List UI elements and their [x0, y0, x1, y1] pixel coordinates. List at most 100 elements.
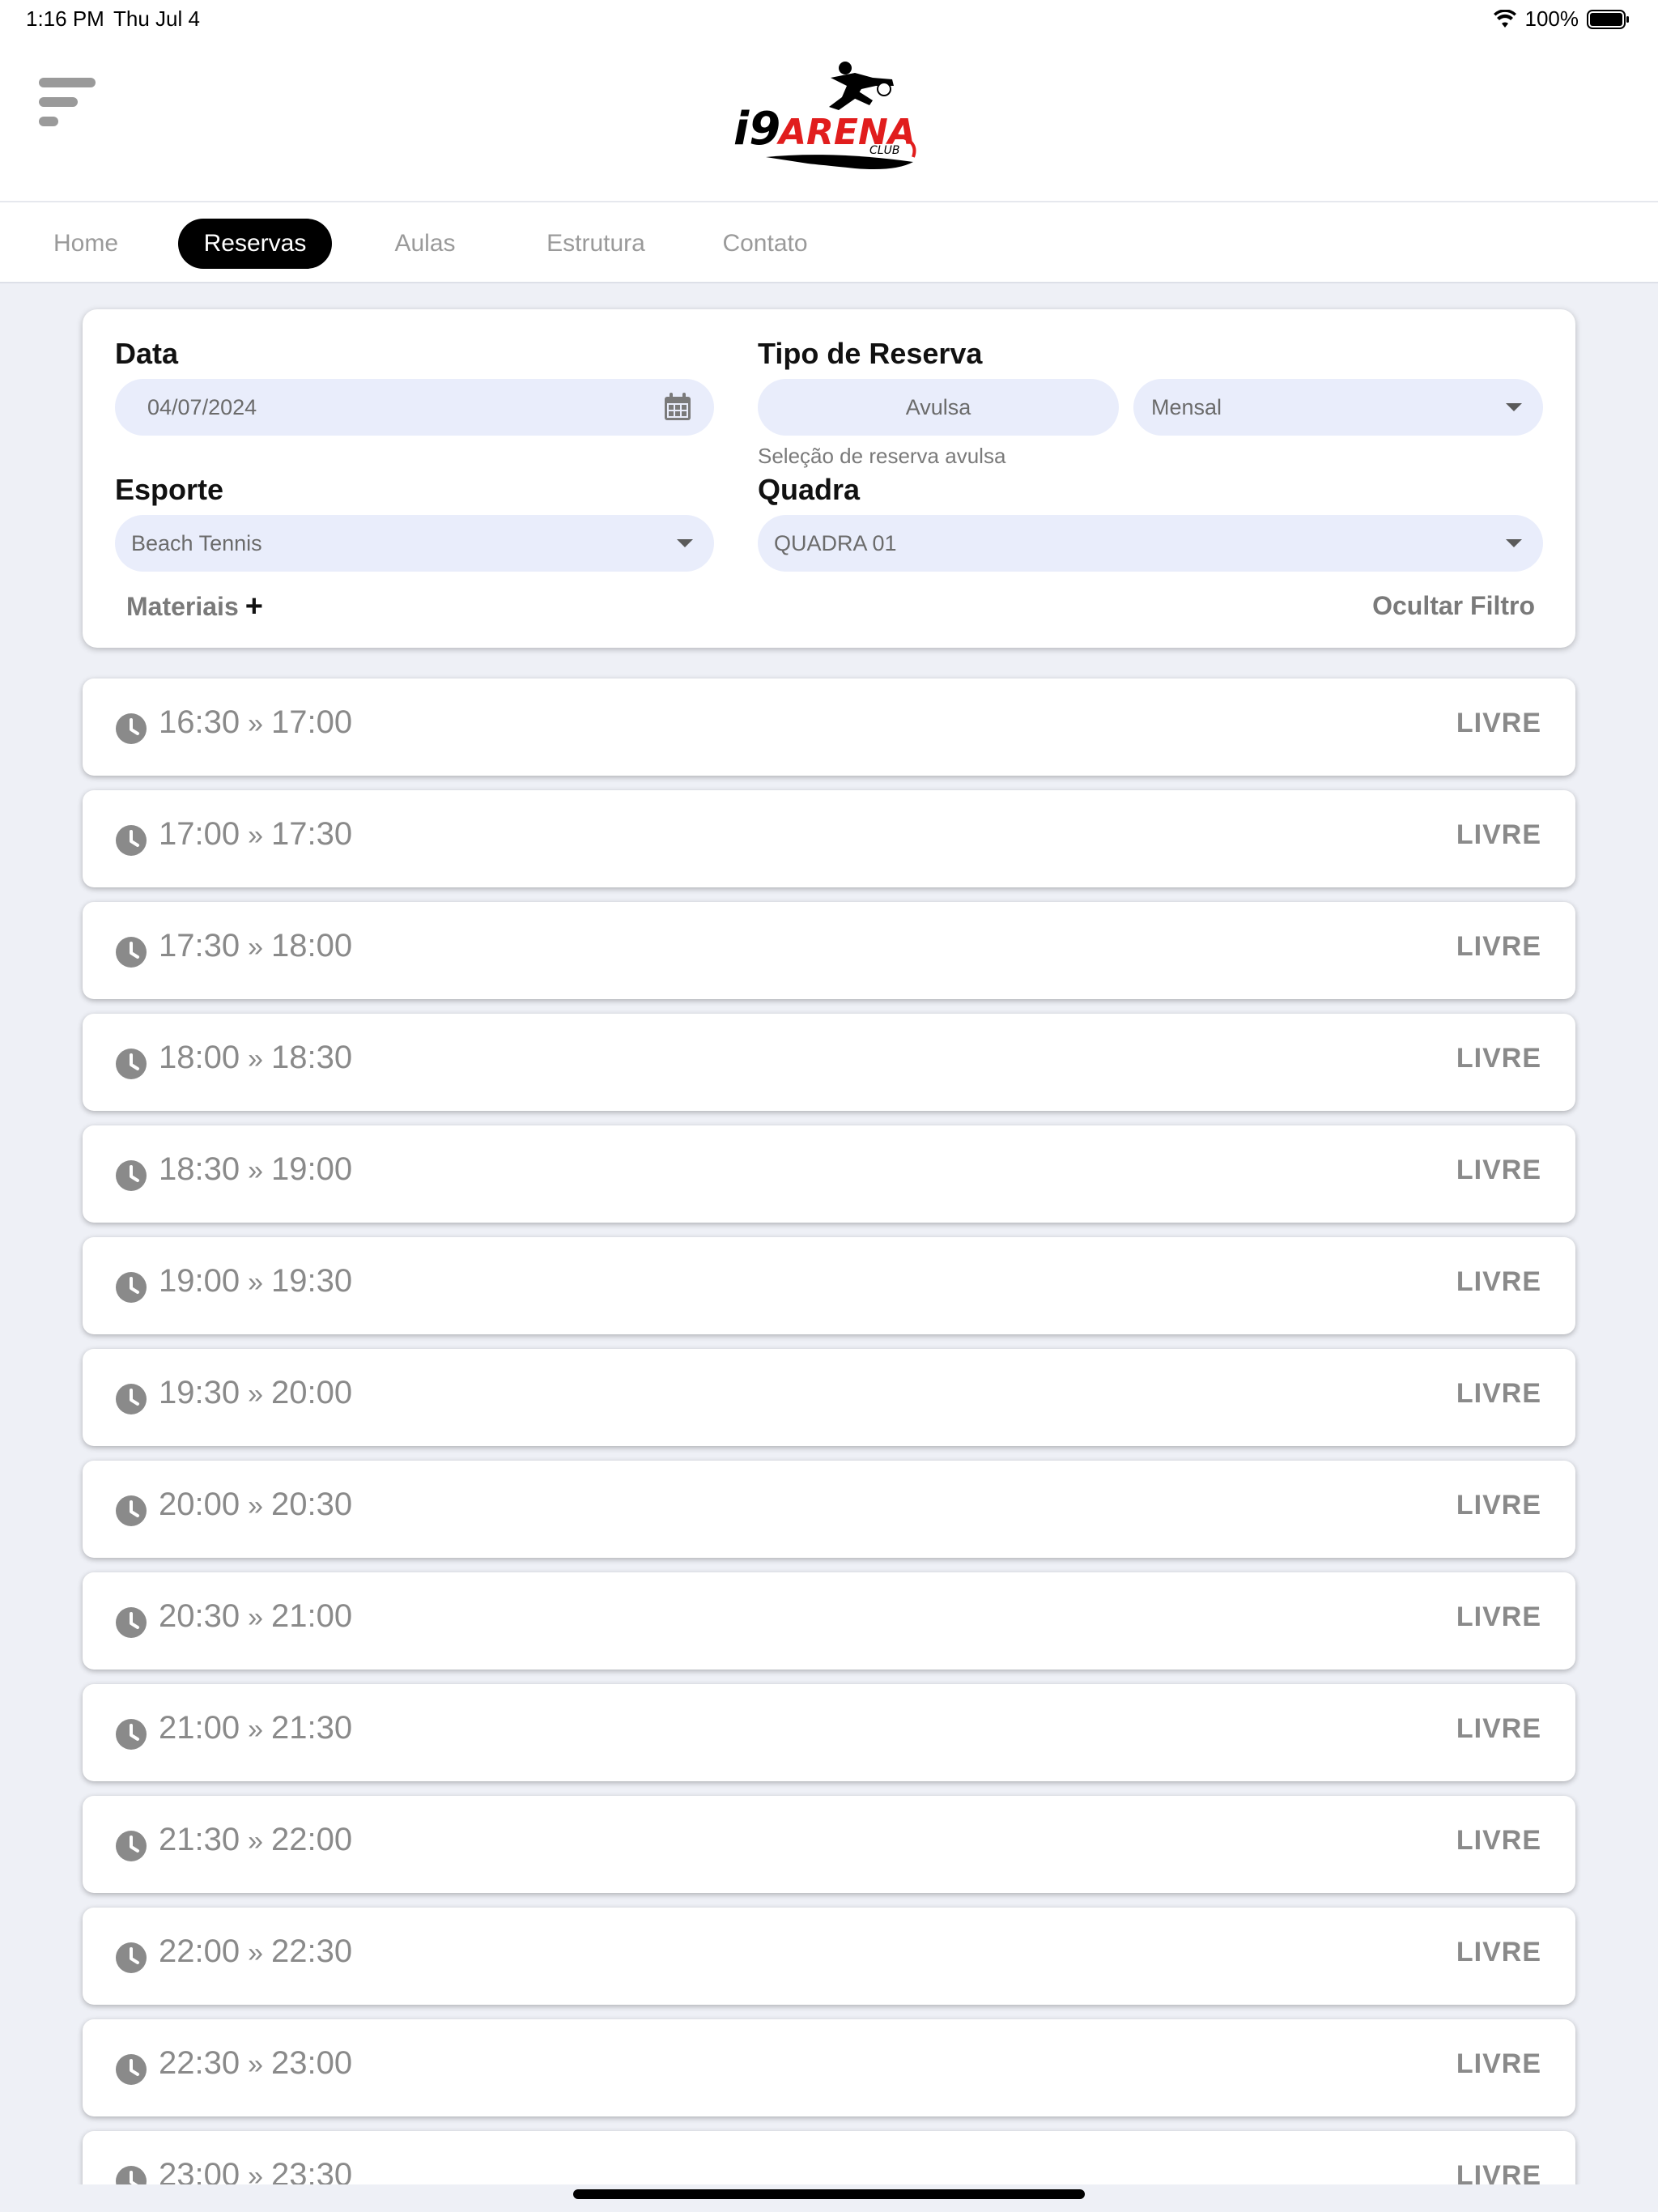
time-slot-row[interactable]: 20:00 » 20:30 LIVRE: [83, 1461, 1575, 1558]
slot-separator: »: [248, 708, 264, 739]
tipo-mensal-label: Mensal: [1151, 394, 1222, 419]
slot-time: 20:30 » 21:00: [159, 1598, 352, 1635]
logo-i9: i9: [733, 103, 780, 155]
tab-estrutura[interactable]: Estrutura: [526, 219, 665, 269]
slot-separator: »: [248, 1155, 264, 1186]
slot-start: 17:00: [159, 816, 240, 852]
time-slot-row[interactable]: 21:30 » 22:00 LIVRE: [83, 1796, 1575, 1893]
slot-end: 17:00: [271, 704, 353, 740]
slot-status: LIVRE: [1456, 1378, 1541, 1409]
time-slot-row[interactable]: 20:30 » 21:00 LIVRE: [83, 1572, 1575, 1670]
time-slot-row[interactable]: 22:00 » 22:30 LIVRE: [83, 1908, 1575, 2005]
app-header: 1:16 PM Thu Jul 4 100% i9 ARENA CLUB: [0, 0, 1658, 201]
status-time: 1:16 PM: [26, 6, 104, 31]
time-slot-row[interactable]: 16:30 » 17:00 LIVRE: [83, 678, 1575, 776]
caret-down-icon: [1506, 539, 1522, 547]
ocultar-filtro-button[interactable]: Ocultar Filtro: [1372, 591, 1535, 621]
caret-down-icon: [677, 539, 693, 547]
tab-contato[interactable]: Contato: [701, 219, 829, 269]
slot-status: LIVRE: [1456, 1043, 1541, 1074]
materiais-label: Materiais: [126, 591, 239, 621]
slot-end: 22:30: [271, 1933, 353, 1969]
tipo-avulsa-button[interactable]: Avulsa: [758, 379, 1119, 436]
clock-icon: [116, 1160, 147, 1191]
time-slot-row[interactable]: 17:00 » 17:30 LIVRE: [83, 790, 1575, 887]
clock-icon: [116, 1049, 147, 1079]
clock-icon: [116, 1384, 147, 1414]
tab-home[interactable]: Home: [34, 219, 138, 269]
time-slot-row[interactable]: 22:30 » 23:00 LIVRE: [83, 2019, 1575, 2116]
slot-separator: »: [248, 1826, 264, 1857]
tab-reservas[interactable]: Reservas: [178, 219, 332, 269]
clock-icon: [116, 1942, 147, 1973]
esporte-select[interactable]: Beach Tennis: [115, 515, 714, 572]
tipo-avulsa-label: Avulsa: [905, 394, 971, 419]
logo-club: CLUB: [869, 144, 899, 157]
slot-start: 18:00: [159, 1040, 240, 1075]
calendar-icon[interactable]: [662, 392, 693, 423]
slot-end: 21:30: [271, 1710, 353, 1746]
clock-icon: [116, 2054, 147, 2085]
time-slot-row[interactable]: 17:30 » 18:00 LIVRE: [83, 902, 1575, 999]
esporte-label: Esporte: [115, 473, 224, 506]
slot-start: 22:00: [159, 1933, 240, 1969]
slot-end: 22:00: [271, 1822, 353, 1857]
slot-start: 18:30: [159, 1151, 240, 1187]
slot-status: LIVRE: [1456, 1266, 1541, 1297]
slot-separator: »: [248, 820, 264, 851]
slot-start: 16:30: [159, 704, 240, 740]
slot-time: 19:30 » 20:00: [159, 1375, 352, 1411]
clock-icon: [116, 937, 147, 968]
slot-start: 19:30: [159, 1375, 240, 1410]
plus-icon: +: [244, 589, 263, 623]
slot-time: 21:30 » 22:00: [159, 1822, 352, 1858]
slot-end: 23:00: [271, 2045, 353, 2081]
status-indicators: 100%: [1493, 6, 1631, 32]
slot-status: LIVRE: [1456, 931, 1541, 962]
slot-end: 20:00: [271, 1375, 353, 1410]
clock-icon: [116, 1607, 147, 1638]
slot-start: 21:00: [159, 1710, 240, 1746]
slot-status: LIVRE: [1456, 708, 1541, 738]
esporte-value: Beach Tennis: [131, 530, 262, 555]
slot-time: 18:30 » 19:00: [159, 1151, 352, 1188]
slot-end: 19:30: [271, 1263, 353, 1299]
quadra-select[interactable]: QUADRA 01: [758, 515, 1543, 572]
wifi-icon: [1493, 9, 1516, 28]
quadra-label: Quadra: [758, 473, 861, 506]
date-field[interactable]: 04/07/2024: [115, 379, 714, 436]
slot-time: 22:00 » 22:30: [159, 1933, 352, 1970]
home-indicator[interactable]: [573, 2189, 1085, 2199]
slot-start: 21:30: [159, 1822, 240, 1857]
slot-end: 20:30: [271, 1487, 353, 1522]
slot-status: LIVRE: [1456, 1490, 1541, 1521]
tipo-mensal-select[interactable]: Mensal: [1133, 379, 1543, 436]
clock-icon: [116, 825, 147, 856]
brand-logo: i9 ARENA CLUB: [733, 62, 916, 169]
materiais-button[interactable]: Materiais +: [126, 591, 263, 622]
slot-separator: »: [248, 1602, 264, 1633]
clock-icon: [116, 713, 147, 744]
tab-aulas[interactable]: Aulas: [372, 219, 478, 269]
slot-start: 22:30: [159, 2045, 240, 2081]
time-slot-row[interactable]: 19:30 » 20:00 LIVRE: [83, 1349, 1575, 1446]
time-slot-row[interactable]: 19:00 » 19:30 LIVRE: [83, 1237, 1575, 1334]
filter-card: Data 04/07/2024 Tipo de Reserva Avulsa M…: [83, 309, 1575, 648]
battery-percent: 100%: [1524, 6, 1579, 31]
time-slot-row[interactable]: 18:00 » 18:30 LIVRE: [83, 1014, 1575, 1111]
slot-end: 19:00: [271, 1151, 353, 1187]
time-slot-row[interactable]: 21:00 » 21:30 LIVRE: [83, 1684, 1575, 1781]
slot-separator: »: [248, 1379, 264, 1410]
slot-end: 18:00: [271, 928, 353, 963]
nav-tabs: Home Reservas Aulas Estrutura Contato: [0, 202, 1658, 283]
quadra-value: QUADRA 01: [774, 530, 897, 555]
menu-icon[interactable]: [39, 76, 99, 130]
slot-status: LIVRE: [1456, 1937, 1541, 1967]
slot-start: 17:30: [159, 928, 240, 963]
slot-separator: »: [248, 2049, 264, 2080]
slot-end: 21:00: [271, 1598, 353, 1634]
slot-start: 20:30: [159, 1598, 240, 1634]
slot-status: LIVRE: [1456, 2048, 1541, 2079]
slot-separator: »: [248, 1938, 264, 1968]
time-slot-row[interactable]: 18:30 » 19:00 LIVRE: [83, 1125, 1575, 1223]
